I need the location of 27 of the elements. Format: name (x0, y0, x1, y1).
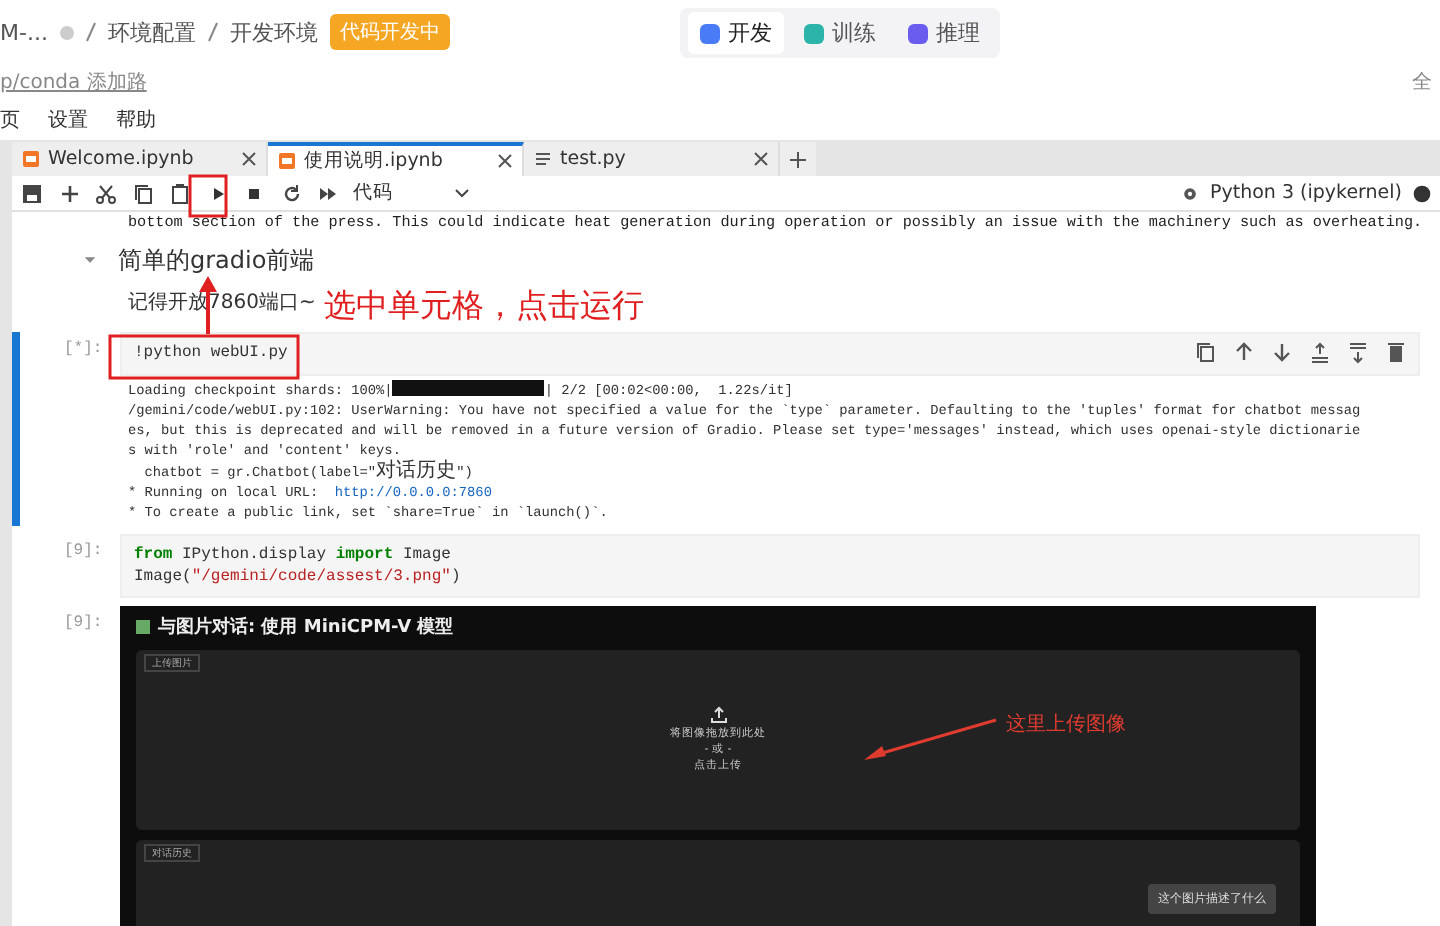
markdown-heading: 简单的gradio前端 (118, 243, 315, 277)
mode-tab[interactable]: 训练 (792, 12, 888, 54)
mode-tab[interactable]: 推理 (896, 12, 992, 54)
kernel-name[interactable]: Python 3 (ipykernel) (1210, 182, 1402, 204)
annotation-text: 这里上传图像 (1006, 711, 1126, 738)
code-cell[interactable]: !python webUI.py (120, 332, 1420, 376)
cell-type-dropdown[interactable]: 代码 (353, 180, 469, 206)
file-tab[interactable]: Welcome.ipynb (12, 142, 268, 176)
mode-tab[interactable]: 开发 (688, 12, 784, 54)
menu-item[interactable]: 帮助 (116, 106, 156, 134)
cell-prompt: [9]: (64, 611, 105, 636)
menu-item[interactable]: 页 (0, 106, 20, 134)
file-tab[interactable]: 使用说明.ipynb (268, 142, 524, 176)
markdown-text: 记得开放7860端口~ (128, 292, 316, 314)
breadcrumb[interactable]: 环境配置 (107, 17, 196, 47)
code-cell[interactable]: from IPython.display import Image Image("/gemini/code/assest/3.png") (120, 533, 1420, 598)
status-badge: 代码开发中 (329, 14, 450, 50)
screenshot-title: 与图片对话: 使用 MiniCPM-V 模型 (158, 614, 454, 640)
menu-item[interactable]: 设置 (48, 106, 88, 134)
project-name[interactable]: M-... (0, 19, 48, 45)
annotation-text: 选中单元格，点击运行 (324, 288, 644, 324)
cell-prompt: [9]: (64, 539, 105, 564)
edge-label: 全 (1412, 70, 1432, 96)
cell-prompt: [*]: (64, 338, 105, 362)
breadcrumb[interactable]: 开发环境 (229, 17, 318, 47)
file-tab[interactable]: test.py (524, 142, 780, 176)
env-link[interactable]: p/conda 添加路 (0, 68, 147, 96)
